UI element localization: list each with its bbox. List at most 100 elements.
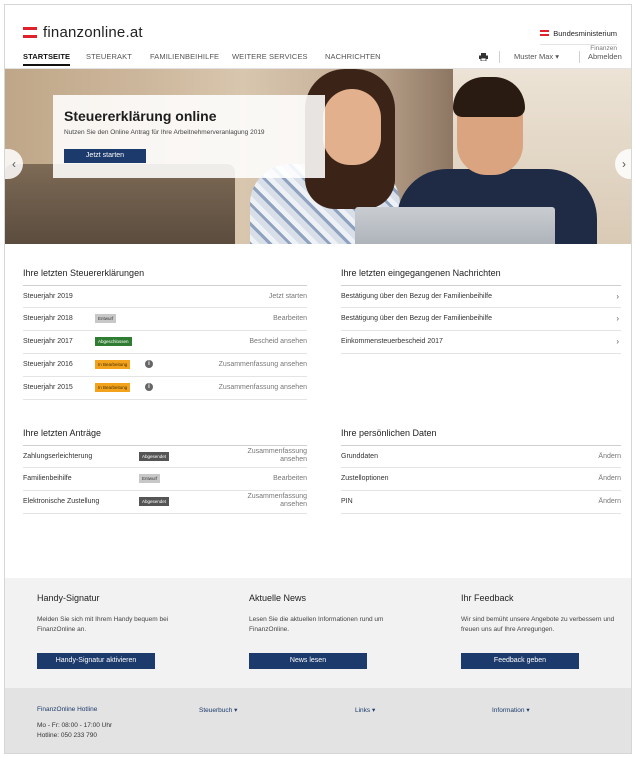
- hero-card: Steuererklärung online Nutzen Sie den On…: [53, 95, 325, 178]
- status-badge: Abgeschlossen: [95, 337, 132, 346]
- start-tax-return-button[interactable]: Jetzt starten: [64, 149, 146, 163]
- give-feedback-button[interactable]: Feedback geben: [461, 653, 579, 669]
- chevron-right-icon: ›: [616, 337, 619, 346]
- list-item[interactable]: Einkommensteuerbescheid 2017 ›: [341, 331, 621, 354]
- teaser-title: Aktuelle News: [249, 593, 307, 603]
- page: finanzonline.at Bundesministerium Finanz…: [4, 4, 632, 754]
- read-news-button[interactable]: News lesen: [249, 653, 367, 669]
- nav-item-steuerakt[interactable]: STEUERAKT: [86, 52, 132, 61]
- list-item[interactable]: Bestätigung über den Bezug der Familienb…: [341, 285, 621, 308]
- application-label: Elektronische Zustellung: [23, 498, 100, 505]
- data-label: PIN: [341, 498, 353, 505]
- footer-link-label: Steuerbuch: [199, 707, 233, 714]
- message-subject: Bestätigung über den Bezug der Familienb…: [341, 293, 492, 300]
- view-summary-link[interactable]: Zusammenfassung ansehen: [219, 384, 307, 391]
- change-link[interactable]: Ändern: [598, 453, 621, 460]
- tax-year-label: Steuerjahr 2019: [23, 293, 73, 300]
- footer-link-label: Links: [355, 707, 371, 714]
- teaser-title: Handy-Signatur: [37, 593, 100, 603]
- footer-link-steuerbuch[interactable]: Steuerbuch ▾: [199, 706, 237, 714]
- nav-item-familienbeihilfe[interactable]: FAMILIENBEIHILFE: [150, 52, 219, 61]
- status-badge: Abgesendet: [139, 452, 170, 461]
- activate-handy-signatur-button[interactable]: Handy-Signatur aktivieren: [37, 653, 155, 669]
- data-label: Zustelloptionen: [341, 475, 389, 482]
- info-icon[interactable]: i: [145, 383, 153, 391]
- status-badge: In Bearbeitung: [95, 383, 131, 392]
- hotline-phone: Hotline: 050 233 790: [37, 732, 97, 739]
- applications-title: Ihre letzten Anträge: [23, 428, 102, 438]
- list-item: PIN Ändern: [341, 491, 621, 514]
- chevron-down-icon: ▾: [372, 707, 376, 714]
- footer-link-label: Information: [492, 707, 525, 714]
- message-subject: Einkommensteuerbescheid 2017: [341, 338, 443, 345]
- printer-icon[interactable]: [479, 53, 488, 61]
- logout-link[interactable]: Abmelden: [588, 52, 622, 61]
- status-badge: Abgesendet: [139, 497, 170, 506]
- tax-returns-title: Ihre letzten Steuererklärungen: [23, 268, 145, 278]
- chevron-down-icon: ▾: [526, 707, 530, 714]
- ministry-flag-icon: [540, 30, 550, 36]
- hero-banner: Steuererklärung online Nutzen Sie den On…: [5, 69, 631, 244]
- personal-data-list: Grunddaten Ändern Zustelloptionen Ändern…: [341, 445, 621, 514]
- tax-year-label: Steuerjahr 2018: [23, 315, 73, 322]
- info-icon[interactable]: i: [145, 360, 153, 368]
- start-link[interactable]: Jetzt starten: [269, 293, 307, 300]
- view-summary-link[interactable]: Zusammenfassung ansehen: [227, 448, 307, 464]
- tax-returns-list: Steuerjahr 2019 Jetzt starten Steuerjahr…: [23, 285, 307, 400]
- chevron-down-icon: ▾: [234, 707, 238, 714]
- logo[interactable]: finanzonline.at: [23, 24, 143, 41]
- list-item: Steuerjahr 2016 In Bearbeitung i Zusamme…: [23, 354, 307, 377]
- teaser-feedback: Ihr Feedback Wir sind bemüht unsere Ange…: [461, 593, 621, 669]
- view-summary-text: Zusammenfassung: [247, 493, 307, 500]
- user-name: Muster Max: [514, 52, 554, 61]
- view-assessment-link[interactable]: Bescheid ansehen: [249, 338, 307, 345]
- status-badge: In Bearbeitung: [95, 360, 131, 369]
- footer-link-links[interactable]: Links ▾: [355, 706, 375, 714]
- edit-link[interactable]: Bearbeiten: [273, 315, 307, 322]
- change-link[interactable]: Ändern: [598, 475, 621, 482]
- teaser-title: Ihr Feedback: [461, 593, 514, 603]
- list-item: Steuerjahr 2015 In Bearbeitung i Zusamme…: [23, 377, 307, 400]
- change-link[interactable]: Ändern: [598, 498, 621, 505]
- teaser-news: Aktuelle News Lesen Sie die aktuellen In…: [249, 593, 409, 669]
- footer: FinanzOnline Hotline Mo - Fr: 08:00 - 17…: [5, 688, 631, 753]
- hero-title: Steuererklärung online: [64, 108, 217, 124]
- list-item: Steuerjahr 2017 Abgeschlossen Bescheid a…: [23, 331, 307, 354]
- tax-year-label: Steuerjahr 2016: [23, 361, 73, 368]
- nav-item-startseite[interactable]: STARTSEITE: [23, 52, 71, 66]
- hero-photo-woman-face: [323, 89, 381, 165]
- applications-list: Zahlungserleichterung Abgesendet Zusamme…: [23, 445, 307, 514]
- data-label: Grunddaten: [341, 453, 378, 460]
- hotline-hours: Mo - Fr: 08:00 - 17:00 Uhr: [37, 722, 113, 729]
- user-menu[interactable]: Muster Max ▾: [514, 52, 559, 61]
- nav-item-nachrichten[interactable]: NACHRICHTEN: [325, 52, 381, 61]
- messages-list: Bestätigung über den Bezug der Familienb…: [341, 285, 621, 354]
- list-item: Steuerjahr 2019 Jetzt starten: [23, 285, 307, 308]
- edit-link[interactable]: Bearbeiten: [273, 475, 307, 482]
- logo-text: finanzonline.at: [43, 24, 143, 41]
- status-badge: Entwurf: [139, 474, 161, 483]
- view-summary-text: ansehen: [280, 456, 307, 463]
- status-badge: Entwurf: [95, 314, 117, 323]
- view-summary-link[interactable]: Zusammenfassung ansehen: [227, 493, 307, 509]
- nav-item-weitere-services[interactable]: WEITERE SERVICES: [232, 52, 308, 61]
- hotline-title[interactable]: FinanzOnline Hotline: [37, 706, 97, 713]
- footer-link-information[interactable]: Information ▾: [492, 706, 530, 714]
- list-item: Familienbeihilfe Entwurf Bearbeiten: [23, 468, 307, 491]
- chevron-right-icon: ›: [616, 292, 619, 301]
- teaser-section: Handy-Signatur Melden Sie sich mit Ihrem…: [5, 578, 631, 688]
- main-nav: STARTSEITE STEUERAKT FAMILIENBEIHILFE WE…: [5, 45, 631, 69]
- header: finanzonline.at Bundesministerium Finanz…: [5, 5, 631, 52]
- chevron-right-icon: ›: [616, 314, 619, 323]
- list-item: Zahlungserleichterung Abgesendet Zusamme…: [23, 445, 307, 468]
- list-item: Elektronische Zustellung Abgesendet Zusa…: [23, 491, 307, 514]
- view-summary-text: ansehen: [280, 501, 307, 508]
- application-label: Zahlungserleichterung: [23, 453, 93, 460]
- view-summary-link[interactable]: Zusammenfassung ansehen: [219, 361, 307, 368]
- chevron-down-icon: ▾: [555, 52, 560, 61]
- teaser-text: Melden Sie sich mit Ihrem Handy bequem b…: [37, 616, 169, 633]
- list-item[interactable]: Bestätigung über den Bezug der Familienb…: [341, 308, 621, 331]
- list-item: Steuerjahr 2018 Entwurf Bearbeiten: [23, 308, 307, 331]
- messages-title: Ihre letzten eingegangenen Nachrichten: [341, 268, 501, 278]
- teaser-text: Lesen Sie die aktuellen Informationen ru…: [249, 616, 384, 633]
